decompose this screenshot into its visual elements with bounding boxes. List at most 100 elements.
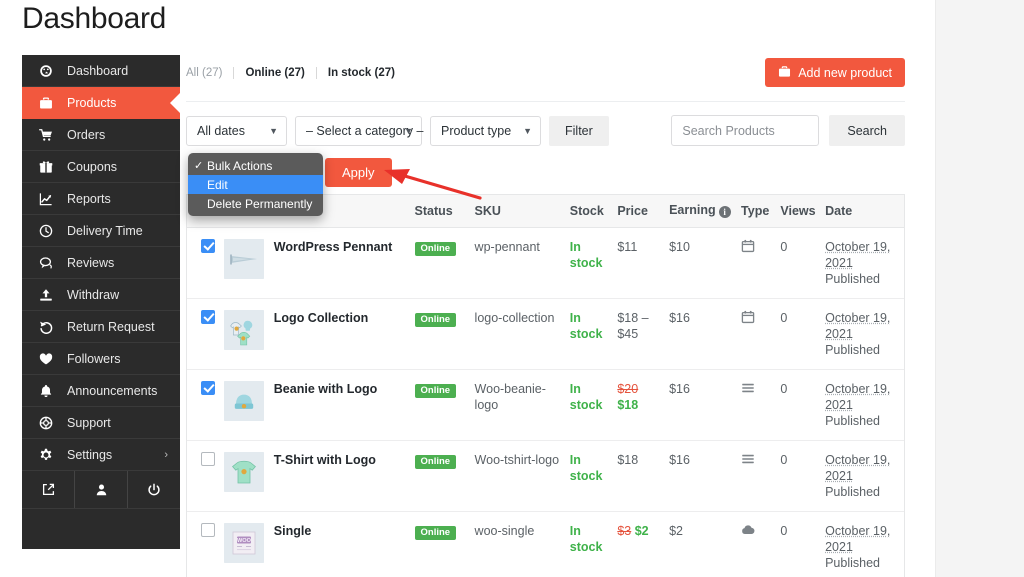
chevron-down-icon: ▼ [269, 126, 278, 136]
product-type-filter-value: Product type [441, 124, 511, 138]
row-price-cell: $20 $18 [613, 369, 665, 440]
table-row: Beanie with LogoOnlineWoo-beanie-logoIn … [187, 369, 904, 440]
row-thumbnail-cell: WOO [220, 511, 270, 577]
table-row: T-Shirt with LogoOnlineWoo-tshirt-logoIn… [187, 440, 904, 511]
date-link[interactable]: October 19, 2021 [825, 524, 890, 554]
row-thumbnail-cell [220, 298, 270, 369]
row-sku-cell: Woo-beanie-logo [471, 369, 566, 440]
product-name-link[interactable]: Logo Collection [274, 311, 368, 325]
date-header[interactable]: Date [821, 195, 904, 227]
row-earning-cell: $2 [665, 511, 737, 577]
info-icon[interactable]: i [719, 206, 731, 218]
bulk-actions-dropdown[interactable]: ✓Bulk ActionsEdit Delete Permanently [188, 153, 323, 216]
row-status-cell: Online [411, 227, 471, 298]
filter-button[interactable]: Filter [549, 116, 609, 146]
status-link-online-label: Online [245, 67, 281, 79]
add-new-product-label: Add new product [798, 66, 892, 80]
sidebar-item-label: Reports [67, 192, 111, 206]
row-date-cell: October 19, 2021Published [821, 298, 904, 369]
gear-icon [39, 448, 59, 462]
product-name-link[interactable]: T-Shirt with Logo [274, 453, 376, 467]
date-link[interactable]: October 19, 2021 [825, 382, 890, 412]
sidebar-item-products[interactable]: Products [22, 87, 180, 119]
pennant-thumb [224, 239, 264, 279]
sidebar-item-dashboard[interactable]: Dashboard [22, 55, 180, 87]
row-select-cell [187, 369, 220, 440]
row-views-cell: 0 [776, 298, 821, 369]
search-input[interactable] [671, 115, 819, 146]
status-link-all[interactable]: All (27) [186, 67, 222, 79]
product-name-link[interactable]: Beanie with Logo [274, 382, 377, 396]
calendar-icon [741, 239, 755, 257]
filter-bar: All dates ▼ – Select a category – ▼ Prod… [186, 116, 919, 146]
sidebar-item-followers[interactable]: Followers [22, 343, 180, 375]
sidebar-item-label: Orders [67, 128, 105, 142]
visit-store-button[interactable] [22, 471, 75, 508]
sidebar-item-support[interactable]: Support [22, 407, 180, 439]
sidebar-item-return-request[interactable]: Return Request [22, 311, 180, 343]
row-status-cell: Online [411, 440, 471, 511]
type-header[interactable]: Type [737, 195, 776, 227]
row-thumbnail-cell [220, 369, 270, 440]
category-filter-select[interactable]: – Select a category – ▼ [295, 116, 422, 146]
product-name-link[interactable]: WordPress Pennant [274, 240, 393, 254]
product-name-link[interactable]: Single [274, 524, 312, 538]
sidebar-item-withdraw[interactable]: Withdraw [22, 279, 180, 311]
date-link[interactable]: October 19, 2021 [825, 311, 890, 341]
sidebar-footer [22, 471, 180, 509]
sidebar-item-reports[interactable]: Reports [22, 183, 180, 215]
row-stock-cell: In stock [566, 511, 614, 577]
row-checkbox[interactable] [201, 381, 215, 395]
sidebar-item-label: Coupons [67, 160, 117, 174]
bulk-option-label: Delete Permanently [207, 197, 312, 211]
list-icon [741, 452, 755, 470]
search-button[interactable]: Search [829, 115, 905, 146]
row-checkbox[interactable] [201, 452, 215, 466]
status-link-divider [316, 67, 317, 79]
row-checkbox[interactable] [201, 239, 215, 253]
sku-header[interactable]: SKU [471, 195, 566, 227]
row-price-cell: $3 $2 [613, 511, 665, 577]
old-price: $3 [617, 524, 631, 538]
sidebar-item-announcements[interactable]: Announcements [22, 375, 180, 407]
row-select-cell [187, 511, 220, 577]
row-stock-cell: In stock [566, 227, 614, 298]
bulk-option-bulk-actions[interactable]: ✓Bulk Actions [188, 156, 323, 175]
date-link[interactable]: October 19, 2021 [825, 240, 890, 270]
earning-header[interactable]: Earningi [665, 195, 737, 227]
status-header[interactable]: Status [411, 195, 471, 227]
apply-button[interactable]: Apply [325, 158, 392, 187]
price-header[interactable]: Price [613, 195, 665, 227]
status-link-online-count: (27) [284, 67, 304, 79]
row-views-cell: 0 [776, 227, 821, 298]
bulk-option-delete-permanently[interactable]: Delete Permanently [188, 194, 323, 213]
profile-button[interactable] [75, 471, 128, 508]
row-checkbox[interactable] [201, 523, 215, 537]
views-header[interactable]: Views [776, 195, 821, 227]
sidebar-item-settings[interactable]: Settings› [22, 439, 180, 471]
sidebar-item-label: Announcements [67, 384, 157, 398]
date-link[interactable]: October 19, 2021 [825, 453, 890, 483]
status-badge: Online [415, 455, 457, 470]
gift-icon [39, 160, 59, 174]
products-table-body: WordPress PennantOnlinewp-pennantIn stoc… [187, 227, 904, 577]
stock-header[interactable]: Stock [566, 195, 614, 227]
old-price: $20 [617, 382, 638, 396]
sidebar-item-coupons[interactable]: Coupons [22, 151, 180, 183]
sidebar-item-reviews[interactable]: Reviews [22, 247, 180, 279]
logout-button[interactable] [128, 471, 180, 508]
row-type-cell [737, 511, 776, 577]
date-filter-select[interactable]: All dates ▼ [186, 116, 287, 146]
row-checkbox[interactable] [201, 310, 215, 324]
status-link-online[interactable]: Online (27) [245, 67, 304, 79]
row-status-cell: Online [411, 511, 471, 577]
product-type-filter-select[interactable]: Product type ▼ [430, 116, 541, 146]
add-new-product-button[interactable]: Add new product [765, 58, 905, 87]
row-views-cell: 0 [776, 369, 821, 440]
sidebar-item-orders[interactable]: Orders [22, 119, 180, 151]
date-status: Published [825, 414, 880, 428]
status-link-instock[interactable]: In stock (27) [328, 67, 395, 79]
products-table: Status SKU Stock Price Earningi Type Vie… [187, 195, 904, 577]
bulk-option-edit[interactable]: Edit [188, 175, 323, 194]
sidebar-item-delivery-time[interactable]: Delivery Time [22, 215, 180, 247]
